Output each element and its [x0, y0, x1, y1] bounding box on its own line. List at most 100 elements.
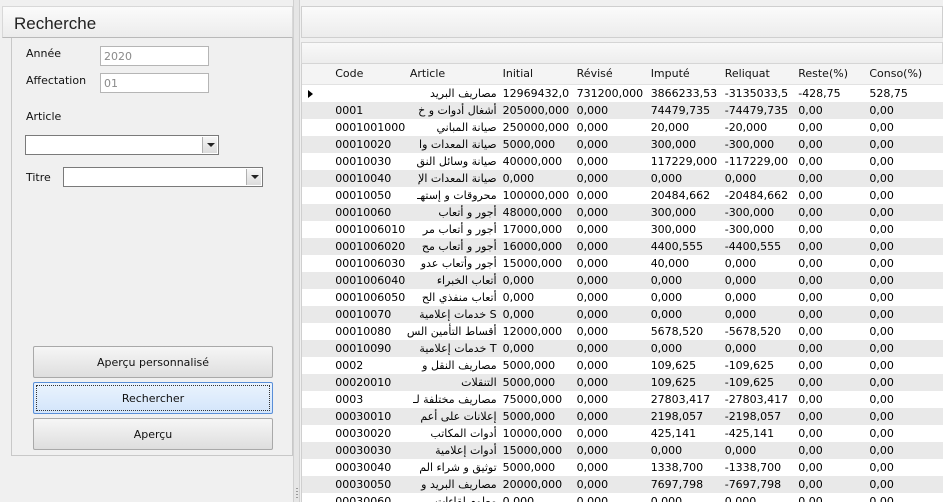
table-cell[interactable]: 0,000 [573, 135, 648, 153]
table-cell[interactable]: 0,00 [866, 288, 943, 306]
table-cell[interactable]: 00030020 [332, 424, 407, 442]
table-cell[interactable]: 0,00 [866, 373, 943, 391]
table-row[interactable]: 0001001000 صيانة المباني 250000,000 0,000 20… [302, 118, 943, 136]
table-cell[interactable]: 0,000 [573, 407, 648, 425]
table-cell[interactable]: 20484,662 [647, 186, 722, 204]
table-cell[interactable]: أجور و أتعاب مر [406, 220, 500, 238]
table-cell[interactable]: 0,000 [573, 441, 648, 459]
table-cell[interactable]: 205000,000 [499, 101, 574, 119]
table-cell[interactable]: 15000,000 [499, 254, 574, 272]
table-cell[interactable]: 0,00 [795, 475, 867, 493]
article-select[interactable] [25, 135, 219, 155]
table-cell[interactable]: -109,625 [721, 356, 796, 374]
table-cell[interactable]: 0001006020 [332, 237, 407, 255]
table-cell[interactable]: 0,000 [573, 458, 648, 476]
table-row[interactable]: 0001006040 أتعاب الخبراء 0,000 0,000 0,000 0,… [302, 271, 943, 289]
table-cell[interactable]: 7697,798 [647, 475, 722, 493]
table-cell[interactable]: 0,00 [866, 237, 943, 255]
table-cell[interactable]: -27803,417 [721, 390, 796, 408]
table-cell[interactable]: معلوم لقاءات [406, 492, 500, 502]
table-cell[interactable]: 0,00 [795, 169, 867, 187]
table-cell[interactable]: 0,00 [795, 186, 867, 204]
table-cell[interactable] [332, 84, 407, 102]
table-cell[interactable]: مصاريف البريد و [406, 475, 500, 493]
table-cell[interactable]: 0,00 [795, 492, 867, 502]
table-cell[interactable]: 40,000 [647, 254, 722, 272]
table-row[interactable]: 0003 مصاريف مختلفة لـ 75000,000 0,000 27803,… [302, 390, 943, 408]
apercu-personnalise-button[interactable]: Aperçu personnalisé [33, 346, 273, 378]
table-cell[interactable]: 0,00 [866, 101, 943, 119]
table-row[interactable]: 0002 مصاريف النقل و 5000,000 0,000 109,625 -1… [302, 356, 943, 374]
table-cell[interactable]: 0001006040 [332, 271, 407, 289]
table-cell[interactable]: 0,000 [573, 305, 648, 323]
table-cell[interactable]: -7697,798 [721, 475, 796, 493]
table-cell[interactable]: 0,00 [795, 101, 867, 119]
table-cell[interactable]: مصاريف البريد [406, 84, 500, 102]
table-cell[interactable]: 0,00 [795, 254, 867, 272]
table-cell[interactable]: 0,000 [721, 339, 796, 357]
table-cell[interactable]: 5000,000 [499, 407, 574, 425]
table-cell[interactable]: 0,000 [499, 169, 574, 187]
table-cell[interactable]: 0,00 [866, 152, 943, 170]
table-cell[interactable]: 16000,000 [499, 237, 574, 255]
table-row[interactable]: 00010060 أجور و أتعاب 48000,000 0,000 300,00… [302, 203, 943, 221]
table-cell[interactable]: 5000,000 [499, 458, 574, 476]
table-cell[interactable]: 0,00 [795, 203, 867, 221]
table-cell[interactable]: -109,625 [721, 373, 796, 391]
table-row[interactable]: 00030040 توثيق و شراء الم 5000,000 0,000 133… [302, 458, 943, 476]
table-row[interactable]: 00030060 معلوم لقاءات 0,000 0,000 0,000 0,000… [302, 492, 943, 502]
table-cell[interactable]: -5678,520 [721, 322, 796, 340]
table-cell[interactable]: 0,000 [647, 339, 722, 357]
table-cell[interactable]: 10000,000 [499, 424, 574, 442]
table-cell[interactable]: 0,000 [573, 203, 648, 221]
table-cell[interactable]: 0,00 [866, 254, 943, 272]
table-cell[interactable]: -117229,00 [721, 152, 796, 170]
table-cell[interactable]: صيانة المعدات الإ [406, 169, 500, 187]
table-cell[interactable]: 0,00 [866, 169, 943, 187]
table-cell[interactable]: 0,000 [573, 220, 648, 238]
table-cell[interactable]: -300,000 [721, 135, 796, 153]
table-cell[interactable]: صيانة وسائل النق [406, 152, 500, 170]
table-cell[interactable]: 0,00 [866, 475, 943, 493]
table-cell[interactable]: 0,000 [573, 271, 648, 289]
table-cell[interactable]: 12969432,0 [499, 84, 574, 102]
table-cell[interactable]: 75000,000 [499, 390, 574, 408]
table-cell[interactable]: 00020010 [332, 373, 407, 391]
table-cell[interactable]: 109,625 [647, 356, 722, 374]
table-row[interactable]: 0001006030 أجور وأتعاب عدو 15000,000 0,000 4… [302, 254, 943, 272]
table-row[interactable]: 00010090 T خدمات إعلامية 0,000 0,000 0,000 0,… [302, 339, 943, 357]
table-cell[interactable]: S خدمات إعلامية [406, 305, 500, 323]
table-cell[interactable]: 0,00 [866, 407, 943, 425]
table-cell[interactable]: أدوات إعلامية [406, 441, 500, 459]
table-cell[interactable]: 74479,735 [647, 101, 722, 119]
table-cell[interactable]: 0,00 [866, 339, 943, 357]
table-cell[interactable]: 00010070 [332, 305, 407, 323]
table-cell[interactable]: 5000,000 [499, 373, 574, 391]
table-cell[interactable]: 109,625 [647, 373, 722, 391]
table-cell[interactable]: 0,000 [573, 186, 648, 204]
table-cell[interactable]: 0,000 [573, 356, 648, 374]
table-row[interactable]: 00010050 محروقات و إستهـ 100000,000 0,000 20… [302, 186, 943, 204]
table-cell[interactable]: 0,00 [795, 373, 867, 391]
table-cell[interactable]: 425,141 [647, 424, 722, 442]
table-cell[interactable]: 0,00 [866, 135, 943, 153]
table-cell[interactable]: 40000,000 [499, 152, 574, 170]
table-cell[interactable]: 0,000 [647, 492, 722, 502]
table-cell[interactable]: 0,000 [573, 152, 648, 170]
table-cell[interactable]: 0,000 [573, 339, 648, 357]
table-cell[interactable]: 00010050 [332, 186, 407, 204]
table-row[interactable]: 00010020 صيانة المعدات وا 5000,000 0,000 300… [302, 135, 943, 153]
table-row[interactable]: 00030010 إعلانات على أعم 5000,000 0,000 2198… [302, 407, 943, 425]
table-cell[interactable]: 27803,417 [647, 390, 722, 408]
table-cell[interactable]: 0,000 [721, 441, 796, 459]
table-cell[interactable]: 0,000 [573, 169, 648, 187]
table-cell[interactable]: 0,00 [795, 305, 867, 323]
table-cell[interactable]: 3866233,53 [647, 84, 722, 102]
table-cell[interactable]: 20,000 [647, 118, 722, 136]
table-cell[interactable]: 0,000 [573, 101, 648, 119]
table-cell[interactable]: 0,00 [795, 271, 867, 289]
table-cell[interactable]: 5000,000 [499, 356, 574, 374]
table-cell[interactable]: 00010020 [332, 135, 407, 153]
table-cell[interactable]: 12000,000 [499, 322, 574, 340]
table-cell[interactable]: 5678,520 [647, 322, 722, 340]
